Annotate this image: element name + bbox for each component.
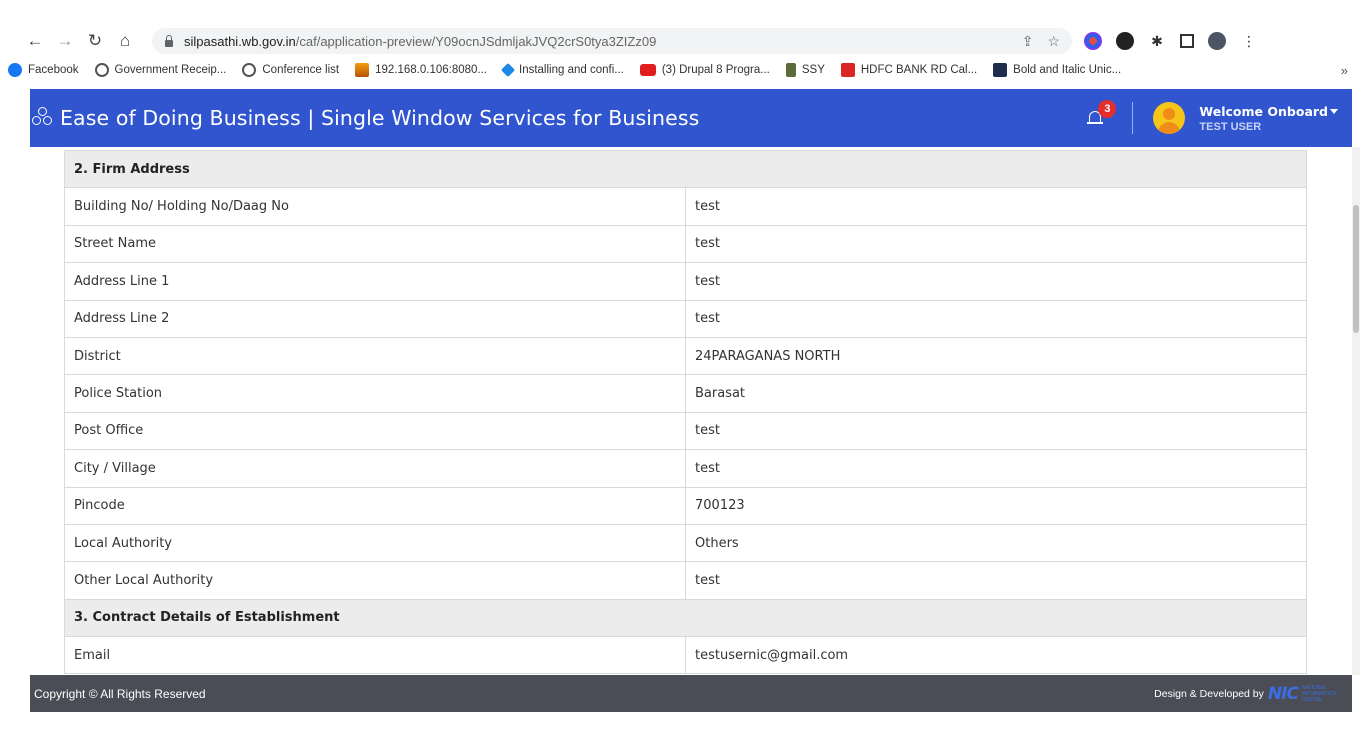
row-label: Other Local Authority	[64, 561, 686, 600]
table-row: Address Line 1 test	[64, 262, 1307, 301]
url-path: /caf/application-preview/Y09ocnJSdmljakJ…	[295, 33, 657, 49]
table-row: Other Local Authority test	[64, 561, 1307, 600]
url-host: silpasathi.wb.gov.in	[184, 33, 296, 49]
table-row: District 24PARAGANAS NORTH	[64, 336, 1307, 376]
table-row: Email testusernic@gmail.com	[64, 636, 1307, 675]
user-name: TEST USER	[1199, 120, 1262, 133]
row-label: Pincode	[64, 486, 686, 525]
developed-by: Design & Developed by NIC NATIONAL INFOR…	[1154, 684, 1336, 704]
application-preview: 2. Firm Address Building No/ Holding No/…	[64, 149, 1307, 675]
bookmark-bold-italic[interactable]: Bold and Italic Unic...	[993, 63, 1121, 77]
app-footer: Copyright © All Rights Reserved Design &…	[30, 675, 1352, 712]
bookmark-government-receipt[interactable]: Government Receip...	[94, 63, 226, 77]
emblem-icon	[785, 63, 796, 77]
lock-icon	[164, 35, 174, 47]
extension-circle-icon[interactable]	[1084, 32, 1102, 50]
back-arrow-icon[interactable]: ←	[22, 28, 48, 54]
row-label: Post Office	[64, 411, 686, 451]
bookmark-conference-list[interactable]: Conference list	[242, 63, 339, 77]
row-value: test	[685, 262, 1307, 301]
notification-bell-icon[interactable]: 3	[1086, 100, 1117, 128]
globe-icon	[242, 63, 257, 77]
developed-by-text: Design & Developed by	[1154, 687, 1264, 700]
scrollbar-thumb[interactable]	[1353, 205, 1359, 333]
extension-dark-icon[interactable]	[1116, 32, 1134, 50]
section-header: 3. Contract Details of Establishment	[64, 598, 1307, 638]
table-row: Building No/ Holding No/Daag No test	[64, 187, 1307, 226]
notification-badge: 3	[1098, 100, 1117, 118]
puzzle-icon[interactable]: ✱	[1148, 32, 1166, 50]
details-table: 2. Firm Address Building No/ Holding No/…	[64, 149, 1307, 675]
bookmark-ssy[interactable]: SSY	[785, 63, 825, 77]
profile-icon[interactable]	[1208, 32, 1226, 50]
maytext-icon	[993, 63, 1008, 77]
bookmark-local-ip[interactable]: 192.168.0.106:8080...	[355, 63, 487, 77]
table-row: Address Line 2 test	[64, 299, 1307, 338]
row-value: test	[685, 224, 1307, 264]
user-avatar[interactable]	[1153, 102, 1186, 134]
section-header: 2. Firm Address	[64, 149, 1307, 189]
bookmark-facebook[interactable]: Facebook	[8, 63, 79, 77]
drupal-icon	[500, 62, 516, 78]
side-panel-icon[interactable]	[1180, 34, 1194, 48]
row-value: test	[685, 299, 1307, 338]
ama-icon	[355, 63, 370, 77]
header-divider	[1132, 102, 1134, 134]
star-icon[interactable]: ☆	[1047, 33, 1060, 50]
et-icon	[840, 63, 855, 77]
browser-toolbar: ← → ↻ ⌂ silpasathi.wb.gov.in/caf/applica…	[0, 26, 1370, 56]
home-icon[interactable]: ⌂	[112, 28, 138, 54]
app-logo-icon	[32, 107, 54, 129]
globe-icon	[94, 63, 109, 77]
row-label: Address Line 2	[64, 299, 686, 338]
bookmarks-bar: Facebook Government Receip... Conference…	[0, 58, 1370, 82]
row-label: Local Authority	[64, 523, 686, 563]
table-row: City / Village test	[64, 449, 1307, 488]
bookmark-drupal-youtube[interactable]: (3) Drupal 8 Progra...	[639, 64, 770, 76]
row-label: Email	[64, 636, 686, 675]
row-value: test	[685, 449, 1307, 488]
row-label: Address Line 1	[64, 262, 686, 301]
row-value: Barasat	[685, 374, 1307, 413]
row-value: 700123	[685, 486, 1307, 525]
row-value: 24PARAGANAS NORTH	[685, 336, 1307, 376]
row-value: test	[685, 187, 1307, 226]
youtube-icon	[639, 64, 656, 76]
user-menu[interactable]: Welcome Onboard TEST USER	[1199, 104, 1338, 133]
row-label: Street Name	[64, 224, 686, 264]
app-title: Ease of Doing Business | Single Window S…	[60, 106, 700, 130]
table-row: Pincode 700123	[64, 486, 1307, 525]
row-value: test	[685, 411, 1307, 451]
table-row: Local Authority Others	[64, 523, 1307, 563]
copyright-text: Copyright © All Rights Reserved	[34, 686, 206, 701]
nic-logo: NIC NATIONAL INFORMATICS CENTRE	[1267, 683, 1336, 704]
row-label: Building No/ Holding No/Daag No	[64, 187, 686, 226]
facebook-icon	[8, 63, 22, 77]
browser-window: ← → ↻ ⌂ silpasathi.wb.gov.in/caf/applica…	[0, 0, 1370, 729]
kebab-menu-icon[interactable]: ⋮	[1240, 32, 1258, 50]
table-row: Post Office test	[64, 411, 1307, 451]
row-label: City / Village	[64, 449, 686, 488]
row-value: testusernic@gmail.com	[685, 636, 1307, 675]
row-label: District	[64, 336, 686, 376]
forward-arrow-icon[interactable]: →	[52, 28, 78, 54]
bookmarks-overflow-button[interactable]: »	[1341, 63, 1348, 78]
table-row: Police Station Barasat	[64, 374, 1307, 413]
row-value: Others	[685, 523, 1307, 563]
caret-down-icon	[1330, 108, 1338, 114]
bookmark-installing[interactable]: Installing and confi...	[500, 62, 624, 78]
row-value: test	[685, 561, 1307, 600]
table-row: Street Name test	[64, 224, 1307, 264]
row-label: Police Station	[64, 374, 686, 413]
welcome-text: Welcome Onboard	[1199, 103, 1328, 119]
app-header: Ease of Doing Business | Single Window S…	[30, 89, 1352, 147]
address-bar[interactable]: silpasathi.wb.gov.in/caf/application-pre…	[152, 28, 1072, 54]
share-icon[interactable]: ⇪	[1022, 33, 1034, 50]
bookmark-hdfc[interactable]: HDFC BANK RD Cal...	[840, 63, 977, 77]
reload-icon[interactable]: ↻	[82, 28, 108, 54]
